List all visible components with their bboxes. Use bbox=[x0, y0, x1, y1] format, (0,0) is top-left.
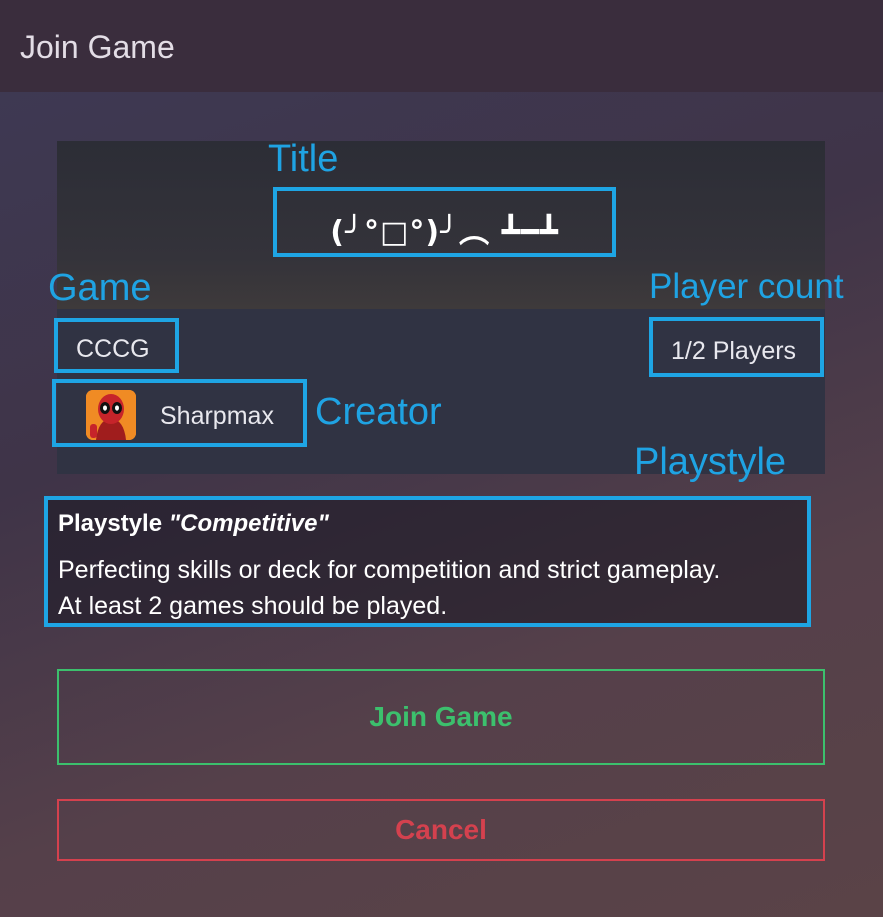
join-game-button[interactable]: Join Game bbox=[57, 669, 825, 765]
game-title-text: (╯°□°)╯︵ ┻━┻ bbox=[330, 215, 559, 250]
annotation-creator-label: Creator bbox=[315, 391, 442, 433]
playstyle-description-line: At least 2 games should be played. bbox=[58, 592, 448, 620]
page-title: Join Game bbox=[20, 29, 175, 65]
header-bar: Join Game bbox=[0, 0, 883, 92]
playstyle-label: Playstyle bbox=[58, 510, 163, 537]
avatar bbox=[86, 390, 136, 440]
game-title: (╯°□°)╯︵ ┻━┻ bbox=[273, 187, 616, 257]
playstyle-description-line: Perfecting skills or deck for competitio… bbox=[58, 556, 721, 584]
player-count-text: 1/2 Players bbox=[671, 337, 797, 365]
annotation-title-label: Title bbox=[268, 138, 339, 180]
game-name: CCCG bbox=[54, 318, 179, 373]
creator[interactable]: Sharpmax bbox=[52, 379, 307, 447]
annotation-playstyle-label: Playstyle bbox=[634, 441, 787, 483]
cancel-button[interactable]: Cancel bbox=[57, 799, 825, 861]
game-name-text: CCCG bbox=[76, 335, 150, 363]
playstyle-panel: Playstyle "Competitive" Perfecting skill… bbox=[44, 496, 811, 627]
playstyle-value: "Competitive" bbox=[168, 510, 329, 537]
player-count: 1/2 Players bbox=[649, 317, 824, 377]
annotation-game-label: Game bbox=[48, 267, 152, 309]
playstyle-description: Perfecting skills or deck for competitio… bbox=[58, 552, 818, 624]
creator-name: Sharpmax bbox=[160, 402, 274, 430]
deadpool-avatar-icon bbox=[86, 390, 136, 440]
playstyle-heading: Playstyle "Competitive" bbox=[58, 510, 329, 538]
annotation-player-count-label: Player count bbox=[649, 267, 844, 306]
